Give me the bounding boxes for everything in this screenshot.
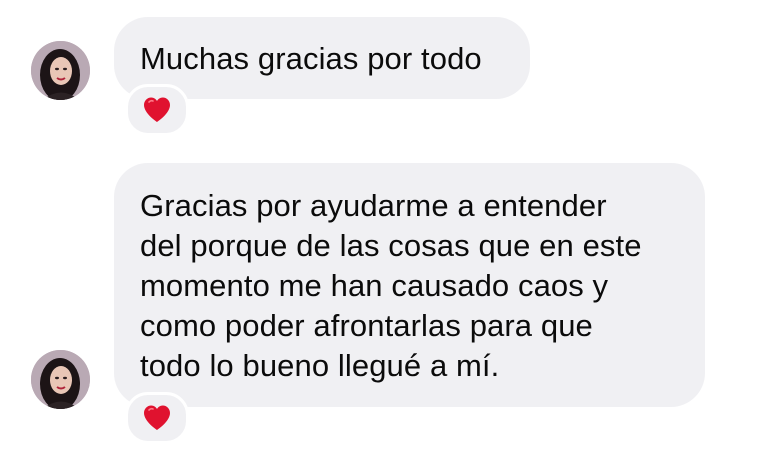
- heart-icon: [144, 405, 170, 430]
- avatar-image: [31, 350, 90, 409]
- reaction-badge[interactable]: [125, 392, 189, 444]
- avatar[interactable]: [31, 350, 90, 409]
- avatar[interactable]: [31, 41, 90, 100]
- message-text: Gracias por ayudarme a entender del porq…: [140, 188, 642, 383]
- heart-icon: [144, 97, 170, 122]
- avatar-image: [31, 41, 90, 100]
- message-bubble[interactable]: Gracias por ayudarme a entender del porq…: [114, 163, 705, 407]
- reaction-badge[interactable]: [125, 84, 189, 136]
- message-text: Muchas gracias por todo: [140, 41, 482, 76]
